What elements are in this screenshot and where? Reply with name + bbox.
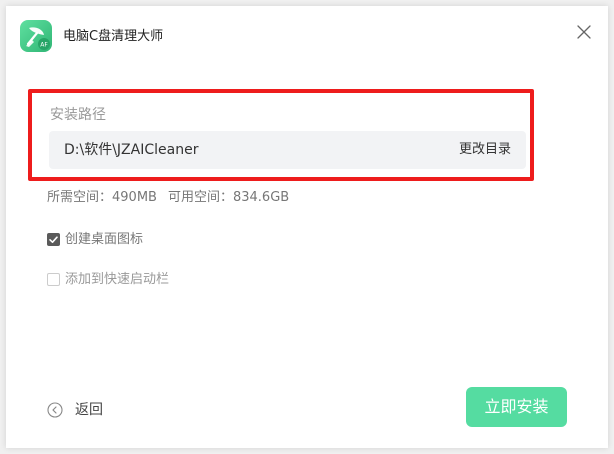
back-label[interactable]: 返回 [75,401,103,419]
install-path-label: 安装路径 [50,107,106,123]
title-bar: AF 电脑C盘清理大师 [6,6,608,66]
close-icon [577,25,591,39]
available-space-label: 可用空间： [167,190,233,205]
install-path-section: 安装路径 D:\软件\JZAICleaner 更改目录 [28,89,534,181]
install-path-value: D:\软件\JZAICleaner [64,142,199,158]
desktop-icon-label[interactable]: 创建桌面图标 [65,231,143,249]
install-now-button[interactable]: 立即安装 [466,387,567,427]
app-logo: AF [20,20,52,52]
available-space-value: 834.6GB [232,190,290,205]
required-space-value: 490MB [112,190,157,205]
svg-text:AF: AF [40,42,48,49]
broom-leaf-icon: AF [26,27,50,50]
quick-launch-label[interactable]: 添加到快速启动栏 [65,271,169,289]
back-arrow-icon [47,402,63,418]
space-info: 所需空间：490MB 可用空间：834.6GB [47,189,289,207]
installer-window: AF 电脑C盘清理大师 安装路径 D:\软件\JZAICleaner 更改目录 … [6,6,608,448]
desktop-icon-checkbox[interactable] [47,233,60,246]
install-path-field[interactable]: D:\软件\JZAICleaner 更改目录 [49,131,526,169]
change-directory-button[interactable]: 更改目录 [459,141,511,159]
quick-launch-checkbox[interactable] [47,273,60,286]
close-button[interactable] [572,20,596,44]
app-title: 电脑C盘清理大师 [63,29,164,44]
required-space-label: 所需空间： [47,190,113,205]
checkmark-icon [49,236,58,243]
